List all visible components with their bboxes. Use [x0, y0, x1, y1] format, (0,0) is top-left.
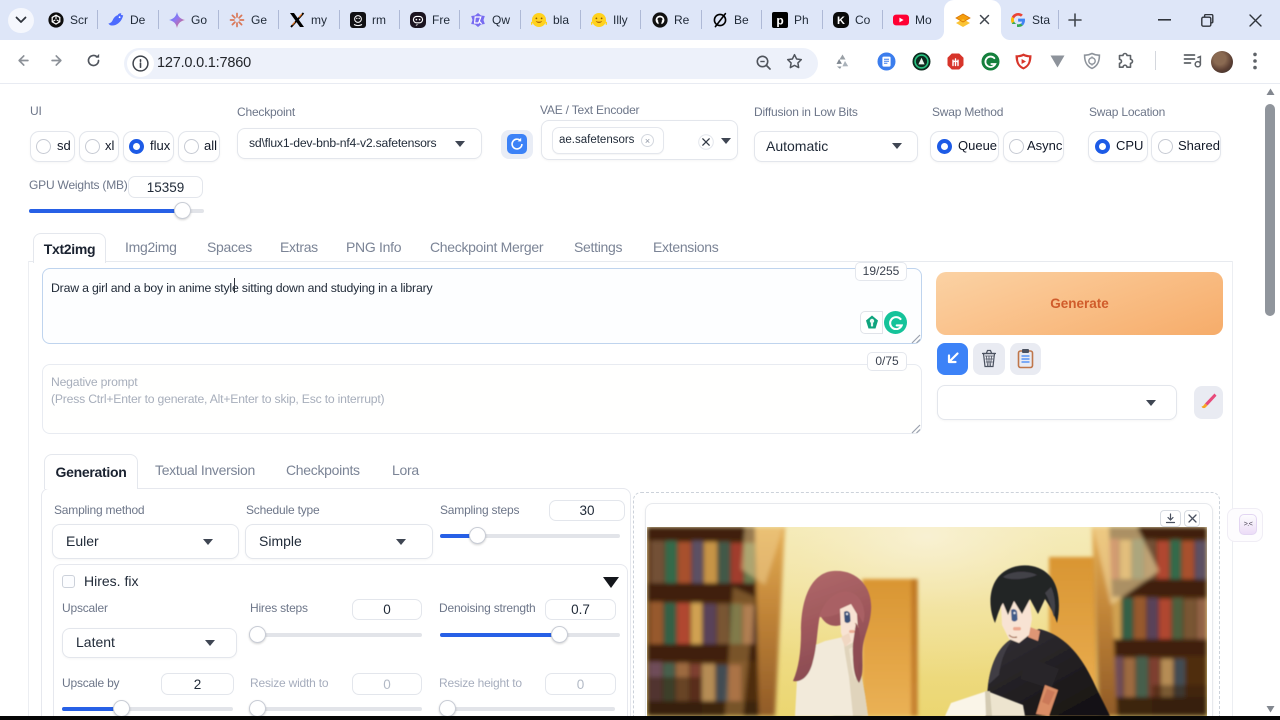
svg-text:K: K	[837, 15, 845, 27]
svg-text:p: p	[776, 14, 783, 28]
